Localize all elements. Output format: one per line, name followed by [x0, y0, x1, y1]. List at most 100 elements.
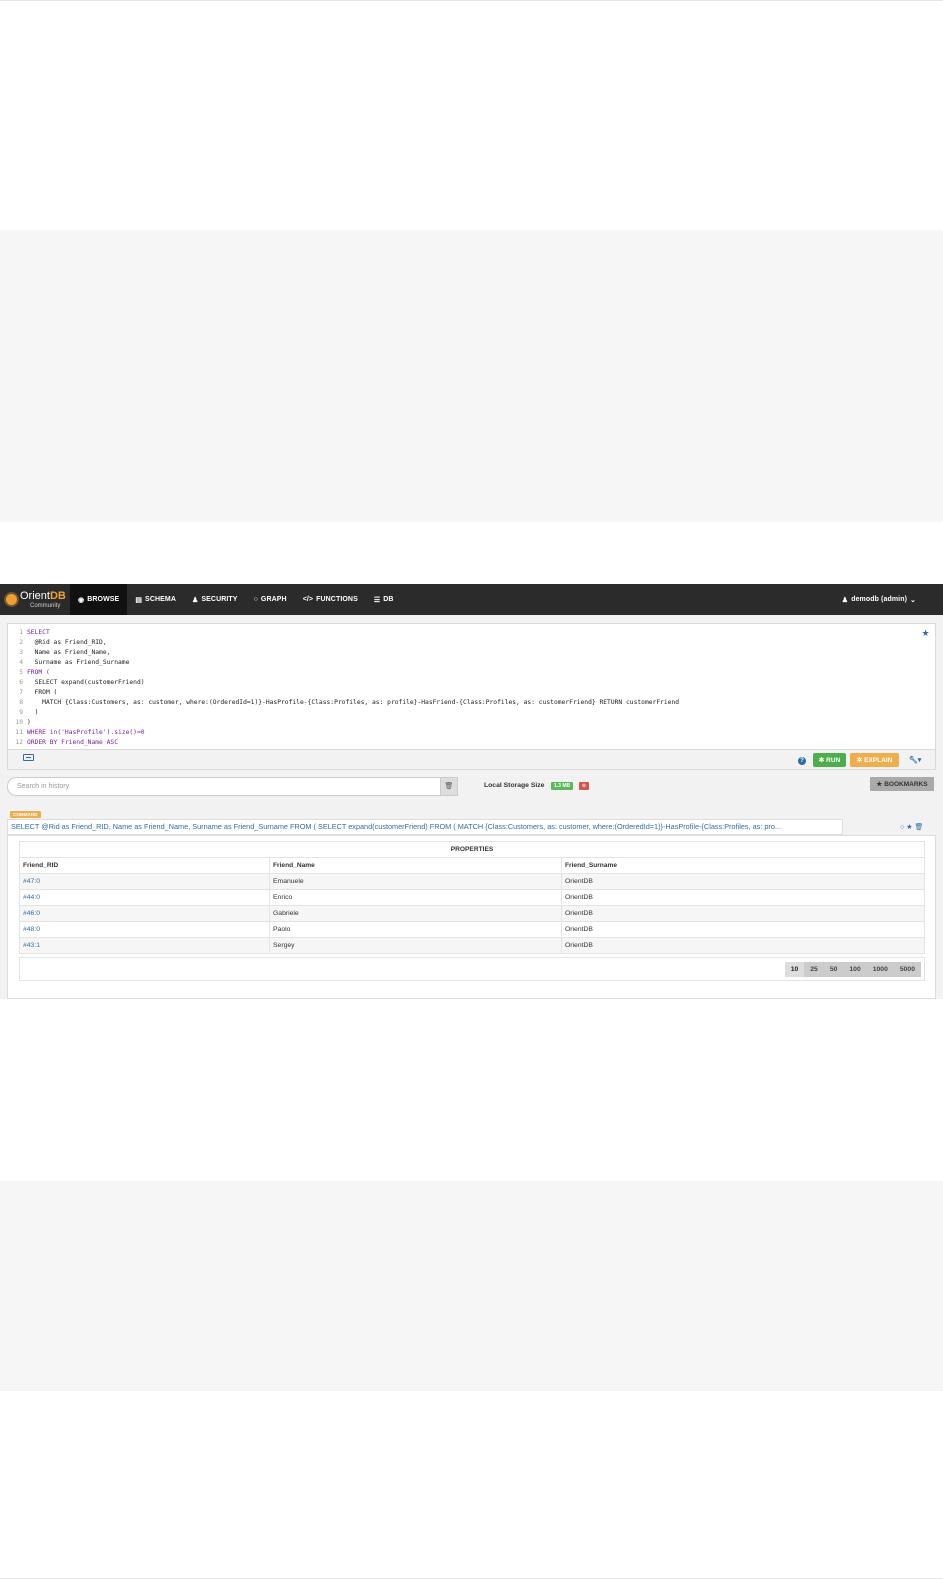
table-cell: OrientDB [561, 937, 925, 954]
code-line: 4 Surname as Friend_Surname [19, 659, 130, 666]
code-line: 1 SELECT [19, 629, 50, 636]
table-cell: OrientDB [561, 921, 925, 938]
bookmark-star-icon[interactable]: ★ [919, 627, 932, 640]
code-line: 10) [15, 719, 31, 726]
gear-icon: ✱ [818, 757, 825, 764]
orientdb-studio-window: OrientDB Community ◉ BROWSE ▤ SCHEMA ♟ S… [0, 584, 943, 999]
page-size-option[interactable]: 100 [843, 962, 866, 977]
trash-icon[interactable]: 🗑︎ [440, 777, 458, 796]
code-line: 11 WHERE in('HasProfile').size()=0 [15, 729, 145, 736]
properties-header: PROPERTIES [19, 841, 925, 858]
code-line: 7 FROM ( [19, 689, 58, 696]
table-cell: Paolo [269, 921, 562, 938]
page-size-option[interactable]: 25 [804, 962, 824, 977]
logo-subtitle: Community [30, 602, 61, 609]
table-row: #46:0 Gabriele OrientDB [19, 905, 925, 922]
table-cell: OrientDB [561, 905, 925, 922]
bookmarks-button[interactable]: ★ BOOKMARKS [870, 777, 934, 791]
database-icon: ☰ [373, 596, 381, 604]
table-cell: Sergey [269, 937, 562, 954]
table-cell: Emanuele [269, 873, 562, 890]
rid-link[interactable]: #46:0 [19, 905, 270, 922]
clear-storage-icon[interactable]: ⊗ [579, 782, 589, 790]
storage-label: Local Storage Size [484, 782, 545, 789]
page-size-selector: 10 25 50 100 1000 5000 [784, 962, 921, 977]
history-search-input[interactable]: Search in history [7, 777, 440, 796]
results-table: PROPERTIES Friend_RID Friend_Name Friend… [19, 841, 925, 954]
run-button[interactable]: ✱ RUN [813, 753, 846, 767]
pagination-bar: 10 25 50 100 1000 5000 [19, 957, 925, 981]
background-band [0, 1181, 943, 1391]
settings-dropdown[interactable]: 🔧︎ ▾ [904, 753, 926, 767]
page-size-option[interactable]: 1000 [867, 962, 894, 977]
rid-link[interactable]: #48:0 [19, 921, 270, 938]
rid-link[interactable]: #47:0 [19, 873, 270, 890]
chevron-down-icon: ▾ [917, 757, 922, 764]
user-menu[interactable]: ♟ demodb (admin) ⌄ [834, 584, 927, 615]
nav-schema[interactable]: ▤ SCHEMA [127, 584, 184, 615]
table-icon: ▤ [135, 596, 143, 604]
code-line: 12 ORDER BY Friend_Name ASC [15, 739, 118, 746]
nav-label: GRAPH [260, 596, 287, 603]
code-line: 6 SELECT expand(customerFriend) [19, 679, 145, 686]
user-icon: ♟ [191, 596, 199, 604]
circle-icon: ○ [253, 596, 258, 603]
column-header[interactable]: Friend_Name [269, 857, 562, 874]
nav-security[interactable]: ♟ SECURITY [184, 584, 246, 615]
explain-button[interactable]: ✲ EXPLAIN [850, 753, 899, 767]
table-row: #47:0 Emanuele OrientDB [19, 873, 925, 890]
user-label: demodb (admin) [851, 596, 908, 603]
top-navbar: OrientDB Community ◉ BROWSE ▤ SCHEMA ♟ S… [0, 584, 943, 615]
star-icon[interactable]: ★ [906, 823, 912, 831]
logo-text-prefix: Orient [20, 589, 50, 602]
nav-label: SCHEMA [145, 596, 176, 603]
result-actions: ○ ★ 🗑︎ [900, 819, 923, 835]
code-line: 8 MATCH {Class:Customers, as: customer, … [19, 699, 680, 706]
page-bottom-rule [0, 1578, 943, 1579]
code-line: 3 Name as Friend_Name, [19, 649, 111, 656]
page-size-option[interactable]: 10 [784, 962, 805, 977]
nav-browse[interactable]: ◉ BROWSE [70, 584, 128, 615]
code-line: 5 FROM ( [19, 669, 50, 676]
trash-icon[interactable]: 🗑︎ [915, 823, 924, 831]
keyboard-icon[interactable] [23, 754, 34, 761]
explain-label: EXPLAIN [864, 756, 893, 764]
nav-label: SECURITY [201, 596, 238, 603]
user-icon: ♟ [841, 596, 849, 604]
nav-label: DB [383, 596, 394, 603]
column-header[interactable]: Friend_Surname [561, 857, 925, 874]
page-size-option[interactable]: 5000 [894, 962, 921, 977]
eye-icon: ◉ [78, 596, 85, 604]
rid-link[interactable]: #44:0 [19, 889, 270, 906]
gears-icon: ✲ [856, 757, 863, 764]
graph-circle-icon[interactable]: ○ [900, 824, 904, 831]
table-row: #43:1 Sergey OrientDB [19, 937, 925, 954]
code-line: 2 @Rid as Friend_RID, [19, 639, 107, 646]
nav-label: BROWSE [87, 596, 120, 603]
storage-size-badge: 1.3 MB [551, 782, 574, 790]
help-icon[interactable]: ? [798, 757, 806, 765]
result-panel: PROPERTIES Friend_RID Friend_Name Friend… [7, 835, 936, 999]
sun-icon [6, 594, 17, 605]
nav-label: FUNCTIONS [316, 596, 358, 603]
chevron-down-icon: ⌄ [910, 596, 916, 604]
bookmarks-label: BOOKMARKS [884, 780, 928, 788]
page-top-rule [0, 0, 943, 1]
logo-text-bold: DB [49, 589, 66, 602]
code-line: 9 ) [19, 709, 39, 716]
query-editor[interactable]: 1 SELECT 2 @Rid as Friend_RID, 3 Name as … [7, 623, 936, 750]
editor-toolbar: ? ✱ RUN ✲ EXPLAIN 🔧︎ ▾ [7, 750, 936, 770]
orientdb-logo[interactable]: OrientDB Community [0, 584, 70, 615]
nav-db[interactable]: ☰ DB [366, 584, 402, 615]
table-row: #44:0 Enrico OrientDB [19, 889, 925, 906]
run-label: RUN [826, 756, 841, 764]
nav-functions[interactable]: </> FUNCTIONS [295, 584, 366, 615]
rid-link[interactable]: #43:1 [19, 937, 270, 954]
result-query-text[interactable]: SELECT @Rid as Friend_RID, Name as Frien… [7, 819, 843, 835]
code-icon: </> [302, 596, 314, 603]
table-cell: Enrico [269, 889, 562, 906]
table-cell: OrientDB [561, 889, 925, 906]
column-header[interactable]: Friend_RID [19, 857, 270, 874]
page-size-option[interactable]: 50 [824, 962, 844, 977]
nav-graph[interactable]: ○ GRAPH [246, 584, 295, 615]
